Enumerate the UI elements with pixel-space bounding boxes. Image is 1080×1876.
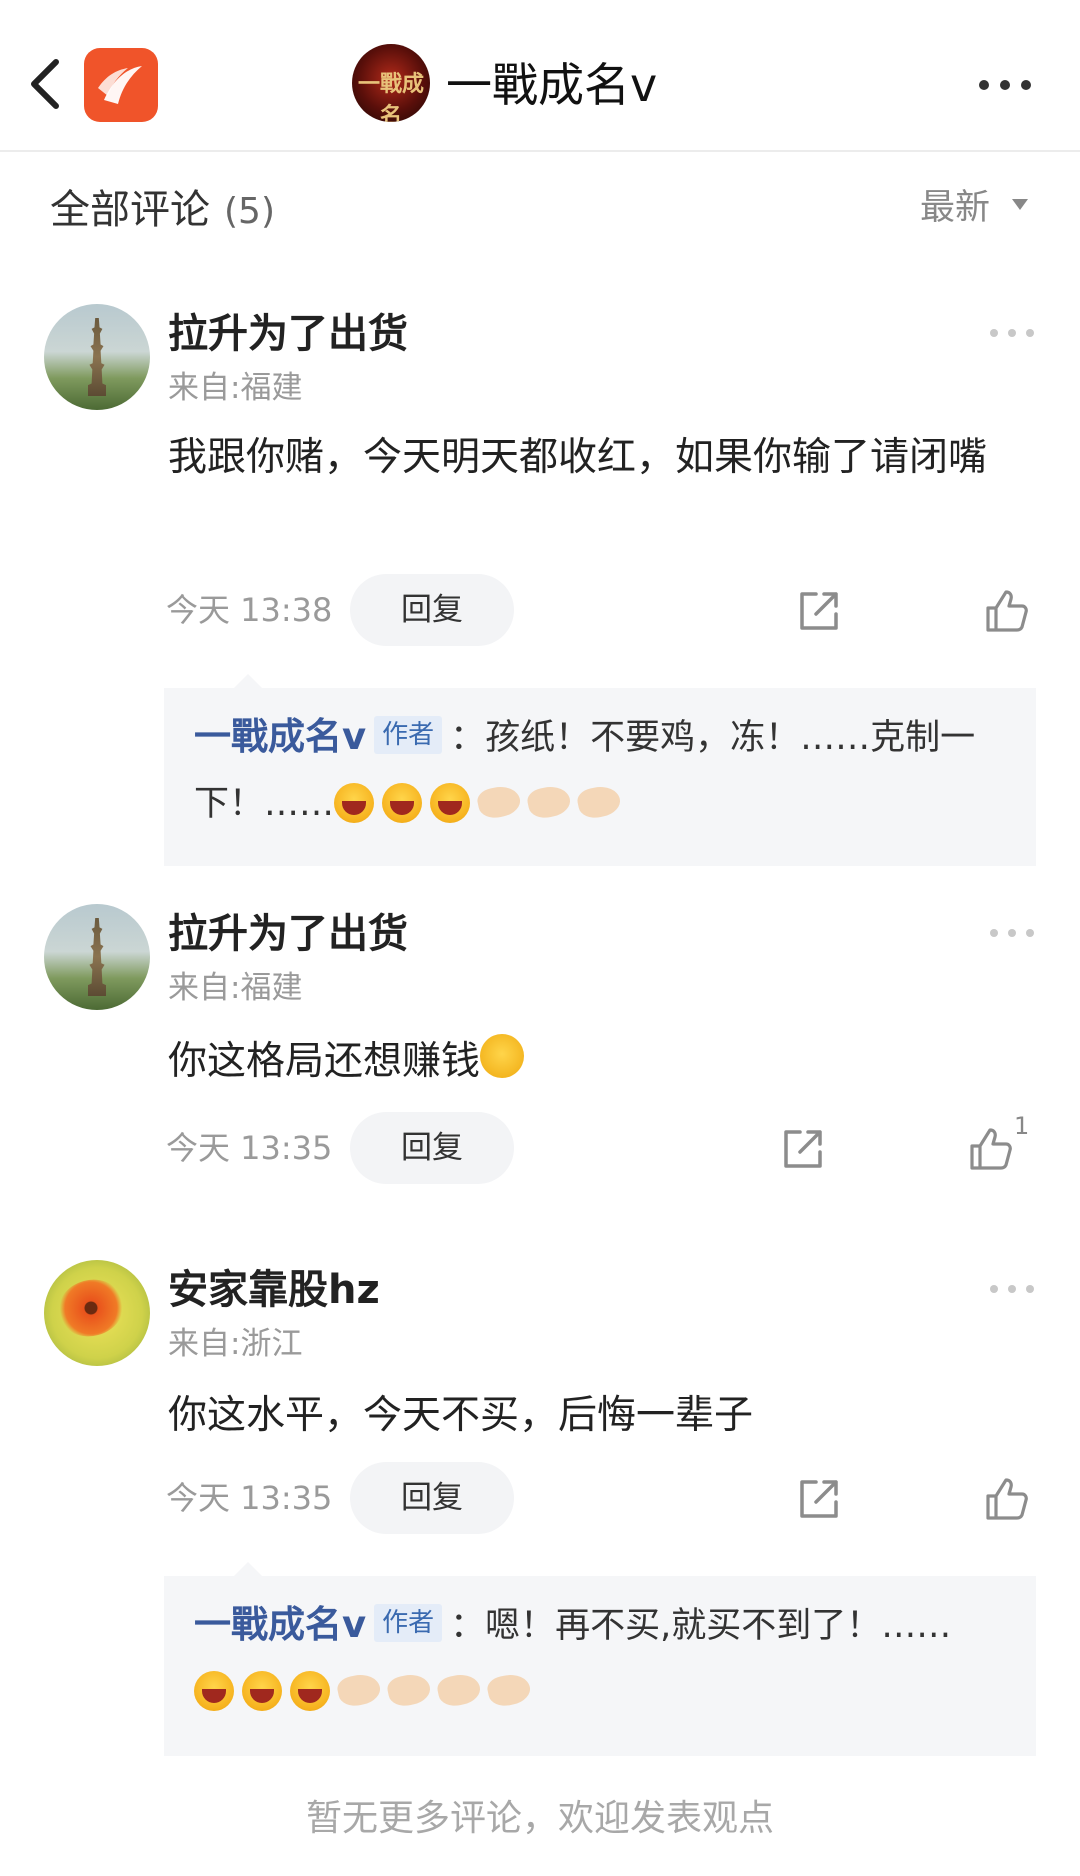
top-bar: 一戰成名 一戰成名v (0, 0, 1080, 152)
pointing-hand-emoji-icon (575, 782, 623, 822)
pointing-hand-emoji-icon (335, 1670, 383, 1710)
author-reply-name[interactable]: 一戰成名v (194, 1603, 366, 1646)
author-reply-text: 一戰成名v 作者 ：孩纸！不要鸡，冻！……克制一下！…… (194, 704, 1014, 837)
flower-image (51, 1272, 131, 1344)
comment-more-icon[interactable] (988, 1282, 1036, 1296)
laughing-emoji-icon (430, 783, 471, 823)
thumbs-up-icon[interactable] (982, 586, 1030, 634)
caret-down-icon (1012, 198, 1029, 210)
laughing-emoji-icon (242, 1671, 282, 1711)
avatar[interactable] (44, 1260, 150, 1366)
pointing-hand-emoji-icon (485, 1670, 533, 1710)
thumbs-up-icon[interactable] (966, 1124, 1014, 1172)
comment-more-icon[interactable] (988, 326, 1036, 340)
pointing-hand-emoji-icon (475, 782, 523, 822)
laughing-emoji-icon (290, 1671, 330, 1711)
comments-section-title: 全部评论 (5) (50, 182, 275, 240)
comment-location: 来自:福建 (168, 370, 303, 406)
comment-username[interactable]: 拉升为了出货 (168, 906, 408, 962)
reply-button[interactable]: 回复 (350, 1462, 514, 1534)
share-icon[interactable] (796, 1476, 842, 1522)
pagoda-image (88, 918, 106, 996)
avatar[interactable] (44, 904, 150, 1010)
author-reply-box[interactable]: 一戰成名v 作者 ：嗯！再不买,就买不到了！…… (164, 1562, 1036, 1756)
comment-time: 今天 13:35 (166, 1129, 333, 1167)
laughing-emoji-icon (194, 1671, 234, 1711)
thumbs-up-icon[interactable] (982, 1474, 1030, 1522)
pointing-hand-emoji-icon (385, 1670, 433, 1710)
chevron-left-icon (31, 59, 59, 109)
comment-more-icon[interactable] (988, 926, 1036, 940)
more-options-button[interactable] (974, 70, 1036, 100)
section-title-text: 全部评论 (50, 187, 210, 233)
comment-text: 你这格局还想赚钱 (168, 1028, 1038, 1096)
avatar-logo-text: 一戰成名 (357, 71, 424, 122)
sort-dropdown[interactable]: 最新 (920, 180, 1029, 228)
sweat-smile-emoji-icon (480, 1034, 525, 1078)
reply-button[interactable]: 回复 (350, 574, 514, 646)
sort-label: 最新 (920, 187, 991, 228)
author-badge: 作者 (374, 716, 443, 754)
share-icon[interactable] (780, 1126, 826, 1172)
page-title[interactable]: 一戰成名v (446, 52, 657, 118)
comment-location: 来自:福建 (168, 970, 303, 1006)
back-button[interactable] (22, 48, 72, 120)
author-reply-box[interactable]: 一戰成名v 作者 ：孩纸！不要鸡，冻！……克制一下！…… (164, 674, 1036, 866)
share-icon[interactable] (796, 588, 842, 634)
app-logo-icon[interactable] (84, 48, 158, 122)
laughing-emoji-icon (334, 783, 375, 823)
author-reply-name[interactable]: 一戰成名v (194, 715, 366, 758)
comment-time: 今天 13:38 (166, 591, 333, 629)
avatar[interactable] (44, 304, 150, 410)
pointing-hand-emoji-icon (525, 782, 573, 822)
author-reply-content: ：嗯！再不买,就买不到了！…… (450, 1606, 952, 1646)
author-badge: 作者 (374, 1604, 443, 1642)
laughing-emoji-icon (382, 783, 423, 823)
comment-text: 你这水平，今天不买，后悔一辈子 (168, 1393, 754, 1438)
comment-text-content: 你这格局还想赚钱 (168, 1039, 481, 1084)
comment-text: 我跟你赌，今天明天都收红，如果你输了请闭嘴 (168, 435, 988, 480)
comment-location: 来自:浙江 (168, 1326, 303, 1362)
comment-time: 今天 13:35 (166, 1479, 333, 1517)
pagoda-image (88, 318, 106, 396)
comment-count: (5) (224, 191, 275, 232)
comment-username[interactable]: 安家靠股hz (168, 1262, 380, 1318)
like-count: 1 (1014, 1112, 1030, 1140)
reply-button[interactable]: 回复 (350, 1112, 514, 1184)
author-reply-text: 一戰成名v 作者 ：嗯！再不买,就买不到了！…… (194, 1592, 1014, 1725)
comment-username[interactable]: 拉升为了出货 (168, 306, 408, 362)
pointing-hand-emoji-icon (435, 1670, 483, 1710)
no-more-comments-hint: 暂无更多评论，欢迎发表观点 (305, 1798, 774, 1839)
more-dots-icon (979, 80, 1031, 90)
author-avatar[interactable]: 一戰成名 (352, 44, 430, 122)
